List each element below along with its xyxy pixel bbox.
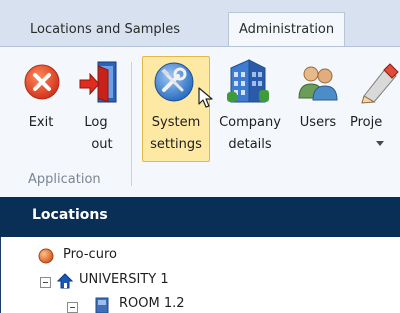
company-details-label-line2: details [228, 137, 272, 152]
locations-panel-header: Locations [0, 197, 400, 237]
exit-icon [24, 64, 60, 100]
tree-item-label: ROOM 1.2 [119, 296, 185, 311]
log-out-label-line1: Log [84, 115, 108, 130]
orange-orb-icon [38, 248, 54, 264]
log-out-label-line2: out [91, 137, 113, 152]
exit-label: Exit [28, 115, 54, 130]
system-settings-icon [154, 62, 194, 102]
log-out-door-icon [79, 61, 117, 103]
users-icon [298, 66, 338, 101]
tab-administration[interactable]: Administration [228, 12, 346, 46]
application-group-label: Application [28, 172, 101, 187]
tree-item-label: UNIVERSITY 1 [79, 272, 169, 287]
projects-label: Proje [350, 115, 383, 130]
company-building-icon [227, 59, 269, 103]
tree-item-label: Pro-curo [63, 247, 117, 262]
tab-locations-and-samples[interactable]: Locations and Samples [20, 13, 190, 46]
company-details-label-line1: Company [219, 115, 281, 130]
system-settings-label-line2: settings [150, 137, 202, 152]
projects-pencil-icon [361, 63, 399, 104]
ribbon-group-separator [131, 62, 132, 186]
house-icon [57, 273, 73, 289]
locations-title: Locations [32, 207, 108, 223]
mouse-pointer-icon [198, 87, 213, 108]
chevron-down-icon [376, 141, 384, 146]
ribbon-tab-bar: Locations and Samples Administration [0, 0, 400, 47]
collapse-toggle[interactable] [67, 302, 78, 313]
users-label: Users [299, 115, 337, 130]
room-door-icon [95, 297, 109, 313]
locations-tree: Pro-curo UNIVERSITY 1 ROOM 1.2 [0, 237, 400, 313]
collapse-toggle[interactable] [40, 277, 51, 288]
system-settings-label-line1: System [151, 115, 201, 130]
